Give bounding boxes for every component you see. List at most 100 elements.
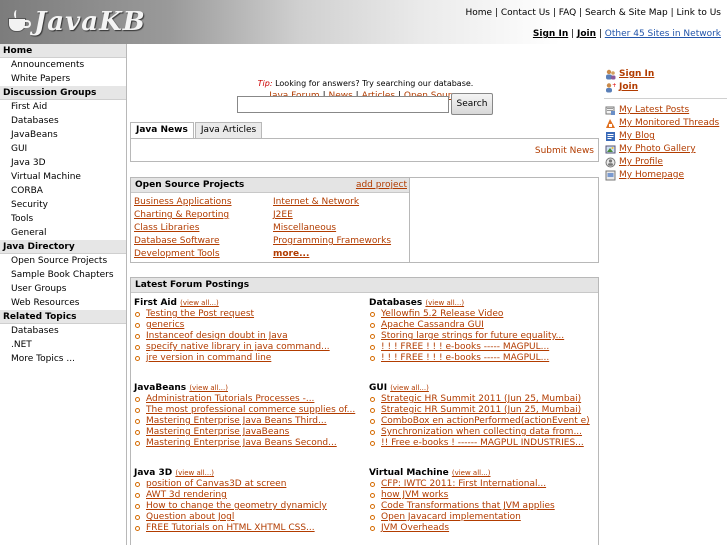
nav-contact-us[interactable]: Contact Us xyxy=(501,8,550,18)
list-item[interactable]: position of Canvas3D at screen xyxy=(134,479,327,490)
list-item[interactable]: JVM Overheads xyxy=(369,523,555,534)
list-item[interactable]: Testing the Post request xyxy=(134,309,330,320)
right-sign-in[interactable]: Sign In xyxy=(604,68,727,81)
list-item[interactable]: FREE Tutorials on HTML XHTML CSS... xyxy=(134,523,327,534)
list-item[interactable]: The most professional commerce supplies … xyxy=(134,405,355,416)
list-item[interactable]: How to change the geometry dynamicly xyxy=(134,501,327,512)
view-all-link[interactable]: (view all...) xyxy=(175,469,214,477)
list-item[interactable]: specify native library in java command..… xyxy=(134,342,330,353)
search-input[interactable] xyxy=(237,96,449,113)
sidebar-item-security[interactable]: Security xyxy=(0,198,126,212)
sidebar-item-white-papers[interactable]: White Papers xyxy=(0,72,126,86)
my-latest-posts[interactable]: My Latest Posts xyxy=(604,104,727,117)
osp-internet-network[interactable]: Internet & Network xyxy=(273,196,391,209)
sidebar-item-sample-book-chapters[interactable]: Sample Book Chapters xyxy=(0,268,126,282)
sidebar-item-announcements[interactable]: Announcements xyxy=(0,58,126,72)
list-item[interactable]: ! ! ! FREE ! ! ! e-books ----- MAGPUL... xyxy=(369,353,564,364)
site-logo[interactable]: JavaKB xyxy=(6,6,146,38)
view-all-link[interactable]: (view all...) xyxy=(180,299,219,307)
list-item[interactable]: jre version in command line xyxy=(134,353,330,364)
list-item[interactable]: Code Transformations that JVM applies xyxy=(369,501,555,512)
sidebar-item-gui[interactable]: GUI xyxy=(0,142,126,156)
sidebar-section-discussion-groups[interactable]: Discussion Groups xyxy=(0,86,126,100)
sidebar-item-web-resources[interactable]: Web Resources xyxy=(0,296,126,310)
group-title[interactable]: GUI xyxy=(369,383,387,393)
my-photo-gallery[interactable]: My Photo Gallery xyxy=(604,143,727,156)
list-item[interactable]: Administration Tutorials Processes -... xyxy=(134,394,355,405)
my-homepage[interactable]: My Homepage xyxy=(604,169,727,182)
sidebar-item-open-source-projects[interactable]: Open Source Projects xyxy=(0,254,126,268)
list-item[interactable]: Open Javacard implementation xyxy=(369,512,555,523)
group-title[interactable]: Databases xyxy=(369,298,422,308)
osp-column-1: Business Applications Charting & Reporti… xyxy=(134,196,232,261)
group-title[interactable]: Java 3D xyxy=(134,468,172,478)
list-item[interactable]: CFP: IWTC 2011: First International... xyxy=(369,479,555,490)
osp-charting-reporting[interactable]: Charting & Reporting xyxy=(134,209,232,222)
list-item[interactable]: Mastering Enterprise Java Beans Second..… xyxy=(134,438,355,449)
osp-development-tools[interactable]: Development Tools xyxy=(134,248,232,261)
view-all-link[interactable]: (view all...) xyxy=(452,469,491,477)
group-title[interactable]: First Aid xyxy=(134,298,177,308)
search-button[interactable]: Search xyxy=(451,93,493,115)
group-title[interactable]: Virtual Machine xyxy=(369,468,449,478)
sidebar-item-general[interactable]: General xyxy=(0,226,126,240)
list-item[interactable]: how JVM works xyxy=(369,490,555,501)
header-sign-in-link[interactable]: Sign In xyxy=(533,29,568,39)
sidebar-item-javabeans[interactable]: JavaBeans xyxy=(0,128,126,142)
my-profile[interactable]: My Profile xyxy=(604,156,727,169)
list-item[interactable]: ! ! ! FREE ! ! ! e-books ----- MAGPUL... xyxy=(369,342,564,353)
add-project-link[interactable]: add project xyxy=(356,178,407,193)
osp-more-link[interactable]: more... xyxy=(273,248,391,261)
osp-programming-frameworks[interactable]: Programming Frameworks xyxy=(273,235,391,248)
my-blog[interactable]: My Blog xyxy=(604,130,727,143)
group-title[interactable]: JavaBeans xyxy=(134,383,186,393)
right-join[interactable]: + Join xyxy=(604,81,727,94)
nav-faq[interactable]: FAQ xyxy=(559,8,576,18)
sidebar-item-first-aid[interactable]: First Aid xyxy=(0,100,126,114)
sidebar-item-databases[interactable]: Databases xyxy=(0,114,126,128)
list-item[interactable]: Apache Cassandra GUI xyxy=(369,320,564,331)
list-item[interactable]: Question about Jogl xyxy=(134,512,327,523)
nav-link-to-us[interactable]: Link to Us xyxy=(677,8,721,18)
list-item[interactable]: Strategic HR Summit 2011 (Jun 25, Mumbai… xyxy=(369,394,590,405)
sidebar-item-more-topics[interactable]: More Topics ... xyxy=(0,352,126,366)
view-all-link[interactable]: (view all...) xyxy=(390,384,429,392)
view-all-link[interactable]: (view all...) xyxy=(189,384,228,392)
tab-java-articles[interactable]: Java Articles xyxy=(194,122,263,138)
list-item[interactable]: Storing large strings for future equalit… xyxy=(369,331,564,342)
submit-news-link[interactable]: Submit News xyxy=(535,146,594,156)
sidebar-section-home[interactable]: Home xyxy=(0,44,126,58)
nav-search-site-map[interactable]: Search & Site Map xyxy=(585,8,668,18)
osp-miscellaneous[interactable]: Miscellaneous xyxy=(273,222,391,235)
my-monitored-threads[interactable]: My Monitored Threads xyxy=(604,117,727,130)
osp-j2ee[interactable]: J2EE xyxy=(273,209,391,222)
nav-home[interactable]: Home xyxy=(466,8,493,18)
list-item[interactable]: Yellowfin 5.2 Release Video xyxy=(369,309,564,320)
list-item[interactable]: Synchronization when collecting data fro… xyxy=(369,427,590,438)
list-item[interactable]: generics xyxy=(134,320,330,331)
sidebar-item-dotnet[interactable]: .NET xyxy=(0,338,126,352)
sidebar-item-java-3d[interactable]: Java 3D xyxy=(0,156,126,170)
list-item[interactable]: Instanceof design doubt in Java xyxy=(134,331,330,342)
sidebar-item-virtual-machine[interactable]: Virtual Machine xyxy=(0,170,126,184)
sidebar-item-user-groups[interactable]: User Groups xyxy=(0,282,126,296)
view-all-link[interactable]: (view all...) xyxy=(425,299,464,307)
osp-class-libraries[interactable]: Class Libraries xyxy=(134,222,232,235)
header-join-link[interactable]: Join xyxy=(577,29,596,39)
monitor-icon xyxy=(606,119,615,128)
tab-java-news[interactable]: Java News xyxy=(130,122,194,138)
sidebar-item-related-databases[interactable]: Databases xyxy=(0,324,126,338)
list-item[interactable]: Mastering Enterprise Java Beans Third... xyxy=(134,416,355,427)
osp-database-software[interactable]: Database Software xyxy=(134,235,232,248)
sidebar-section-related-topics[interactable]: Related Topics xyxy=(0,310,126,324)
list-item[interactable]: !! Free e-books ! ------ MAGPUL INDUSTRI… xyxy=(369,438,590,449)
list-item[interactable]: Mastering Enterprise JavaBeans xyxy=(134,427,355,438)
sidebar-section-java-directory[interactable]: Java Directory xyxy=(0,240,126,254)
sidebar-item-tools[interactable]: Tools xyxy=(0,212,126,226)
list-item[interactable]: Strategic HR Summit 2011 (Jun 25, Mumbai… xyxy=(369,405,590,416)
osp-business-applications[interactable]: Business Applications xyxy=(134,196,232,209)
other-sites-link[interactable]: Other 45 Sites in Network xyxy=(605,29,721,39)
list-item[interactable]: AWT 3d rendering xyxy=(134,490,327,501)
sidebar-item-corba[interactable]: CORBA xyxy=(0,184,126,198)
list-item[interactable]: ComboBox en actionPerformed(actionEvent … xyxy=(369,416,590,427)
